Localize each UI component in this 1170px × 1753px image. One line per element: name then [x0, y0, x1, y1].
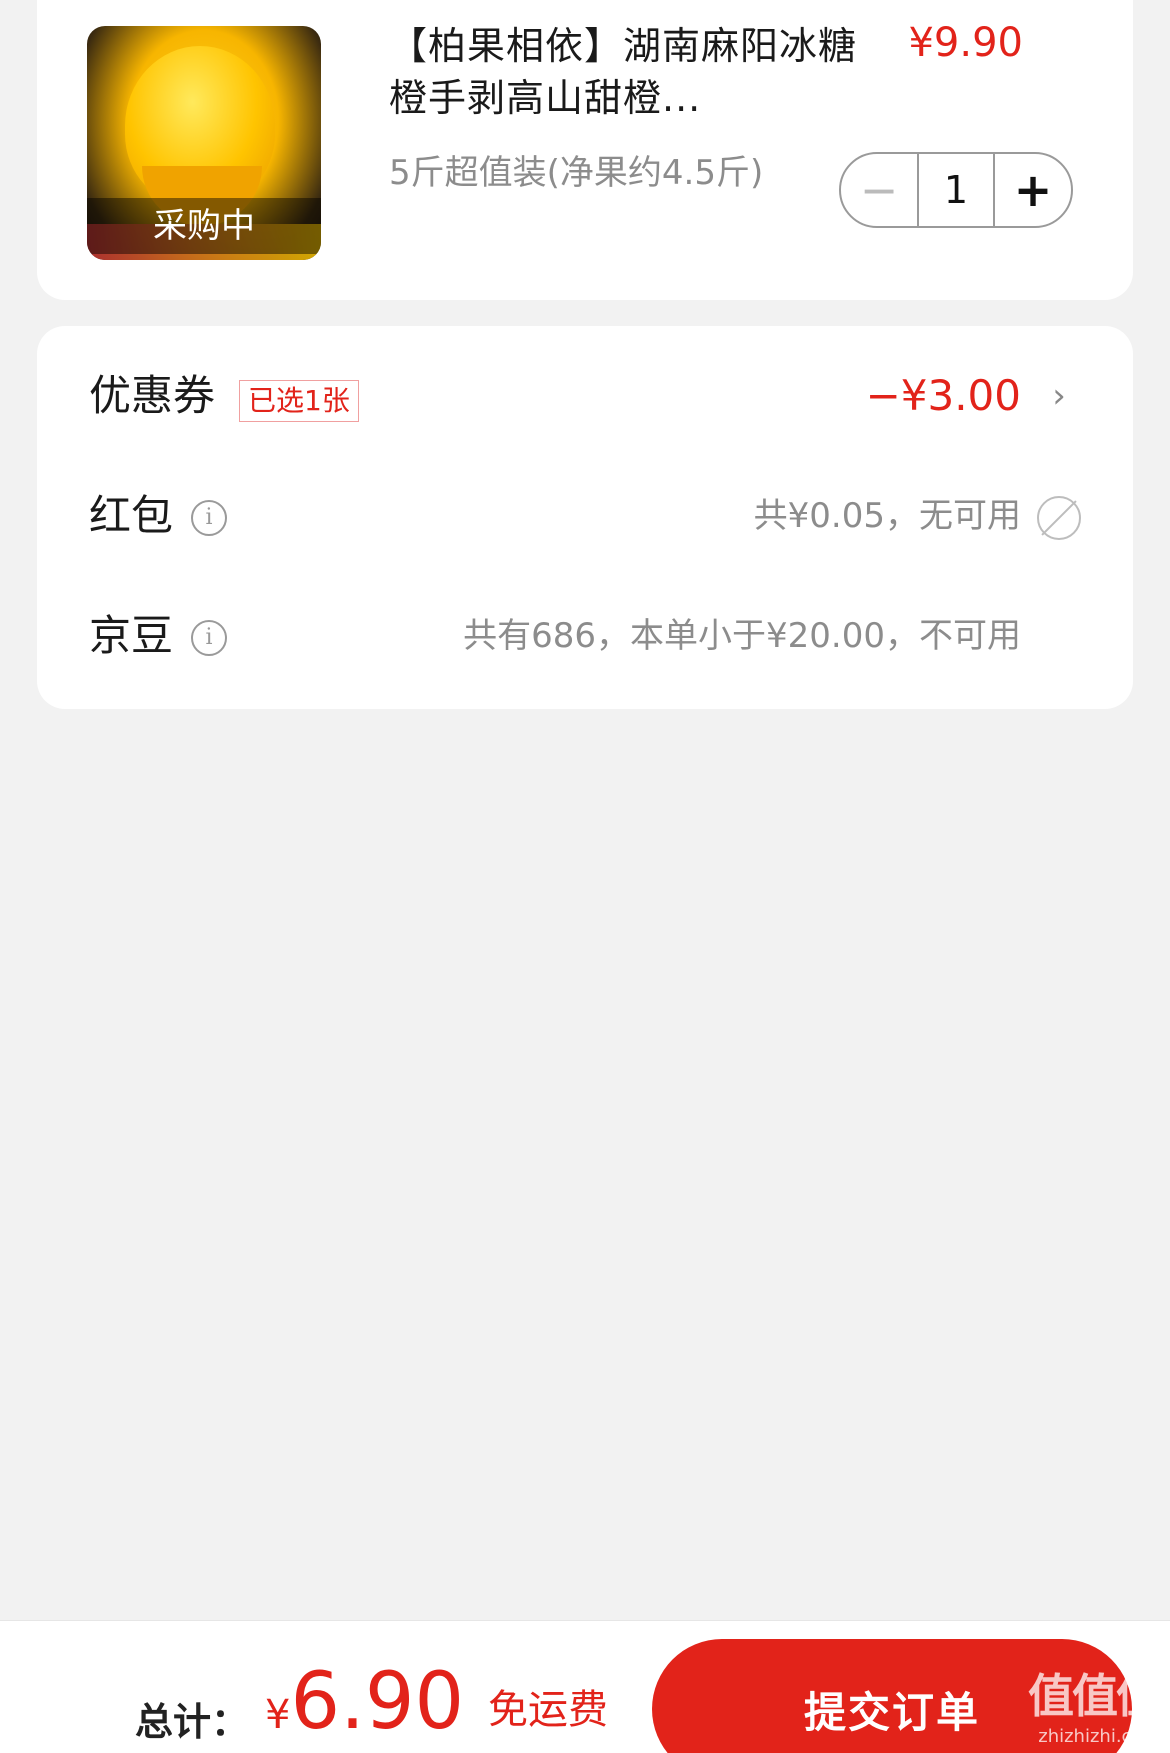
total-label: 总计：	[135, 1700, 250, 1744]
product-spec: 5斤超值装(净果约4.5斤)	[389, 153, 764, 193]
unavailable-icon	[1037, 496, 1081, 540]
info-icon[interactable]: i	[191, 620, 227, 656]
total-amount: 6.90	[290, 1657, 465, 1747]
decrease-button[interactable]: −	[841, 154, 917, 226]
total-price: ¥6.90	[265, 1657, 464, 1747]
red-packet-value: 共¥0.05，无可用	[753, 496, 1021, 536]
jd-beans-label: 京豆	[89, 611, 174, 660]
watermark-mark: 值值值	[1028, 1669, 1162, 1723]
increase-button[interactable]: +	[995, 154, 1071, 226]
currency-symbol: ¥	[265, 1692, 291, 1738]
info-icon[interactable]: i	[191, 500, 227, 536]
red-packet-row: 红包 i 共¥0.05，无可用	[89, 486, 1081, 546]
product-card: 采购中 【柏果相依】湖南麻阳冰糖橙手剥高山甜橙... ¥9.90 5斤超值装(净…	[37, 0, 1133, 300]
coupon-discount-value: −¥3.00	[865, 371, 1021, 420]
coupon-row[interactable]: 优惠券 已选1张 −¥3.00 ›	[89, 366, 1081, 426]
red-packet-label: 红包	[89, 491, 174, 540]
product-price: ¥9.90	[908, 20, 1023, 66]
chevron-right-icon[interactable]: ›	[1043, 379, 1075, 413]
jd-beans-row: 京豆 i 共有686，本单小于¥20.00，不可用	[89, 606, 1081, 666]
jd-beans-value: 共有686，本单小于¥20.00，不可用	[463, 616, 1021, 656]
watermark-logo: 值值值 zhizhizhi.com	[1028, 1660, 1162, 1747]
product-title[interactable]: 【柏果相依】湖南麻阳冰糖橙手剥高山甜橙...	[389, 20, 859, 124]
coupon-label: 优惠券	[89, 371, 216, 420]
quantity-stepper: − 1 +	[839, 152, 1073, 228]
product-thumbnail[interactable]: 采购中	[87, 26, 321, 260]
discount-card: 优惠券 已选1张 −¥3.00 › 红包 i 共¥0.05，无可用 京豆 i 共…	[37, 326, 1133, 709]
quantity-value[interactable]: 1	[917, 154, 995, 226]
free-shipping-label: 免运费	[488, 1687, 608, 1733]
checkout-bar: 总计： ¥6.90 免运费 提交订单 值值值 zhizhizhi.com	[0, 1620, 1170, 1753]
coupon-selected-tag: 已选1张	[239, 380, 359, 422]
watermark-url: zhizhizhi.com	[1038, 1726, 1160, 1747]
purchasing-badge: 采购中	[87, 198, 321, 254]
